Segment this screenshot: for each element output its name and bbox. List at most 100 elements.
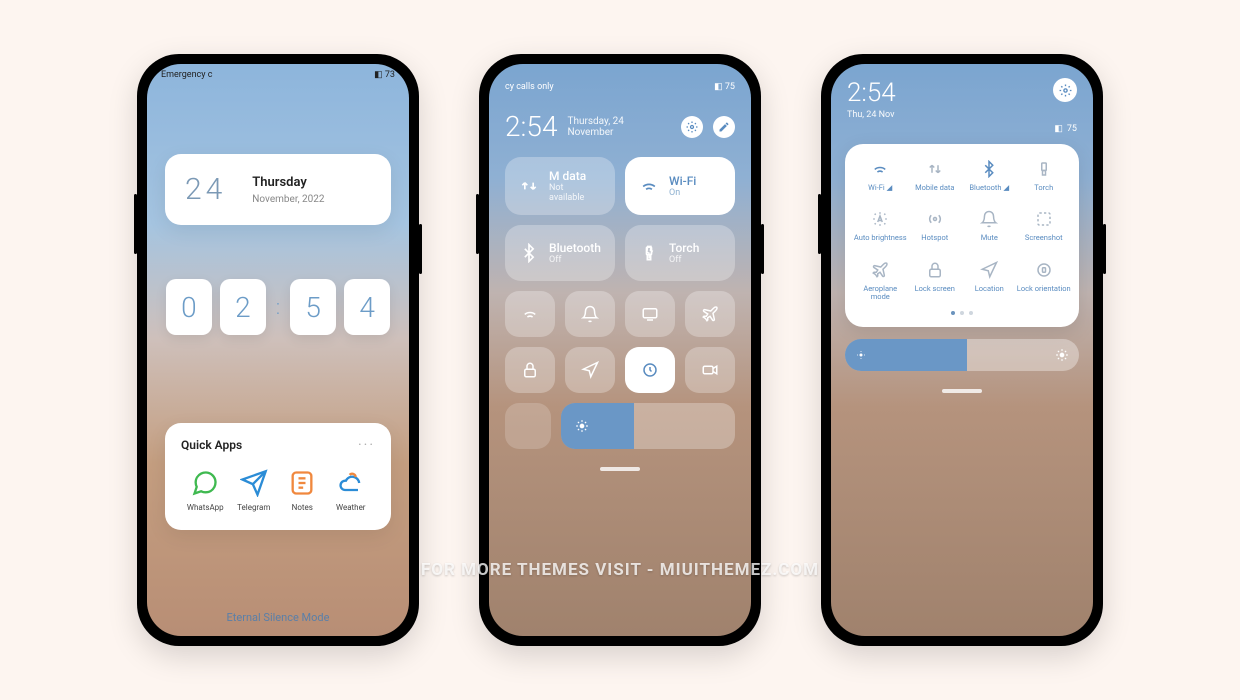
status-carrier: cy calls only — [505, 82, 554, 92]
toggle-bluetooth[interactable]: BluetoothOff — [505, 225, 615, 281]
qs-screenshot[interactable]: Screenshot — [1017, 210, 1072, 242]
status-carrier: Emergency c — [161, 70, 212, 80]
date-number: 24 — [185, 172, 226, 207]
watermark-text: For more themes visit - miuithemez.com — [0, 560, 1240, 580]
settings-icon[interactable] — [681, 116, 703, 138]
clock-digit: 2 — [220, 279, 266, 335]
drag-handle[interactable] — [942, 389, 982, 393]
qs-lock[interactable]: Lock screen — [908, 261, 963, 302]
more-icon[interactable]: ··· — [358, 437, 375, 453]
qs-label: Lock orientation — [1017, 285, 1071, 293]
screenshot-icon — [1035, 210, 1053, 228]
status-battery: ◧ 75 — [714, 82, 735, 92]
brightness-low-icon — [855, 349, 867, 361]
qs-label: Lock screen — [915, 285, 955, 293]
toggle-title: Bluetooth — [549, 241, 601, 255]
qs-label: Mobile data — [915, 184, 954, 192]
qs-label: Mute — [981, 234, 998, 242]
weather-icon — [337, 469, 365, 497]
phone-quick-settings: 2:54 Thu, 24 Nov ◧ 75 Wi-Fi ◢Mobile data… — [821, 54, 1103, 646]
qs-mute[interactable]: Mute — [962, 210, 1017, 242]
qs-rotation[interactable]: Lock orientation — [1017, 261, 1072, 302]
toggle-title: M data — [549, 169, 601, 183]
clock-widget: 0 2 : 5 4 — [165, 279, 391, 335]
telegram-icon — [240, 469, 268, 497]
airplane-icon — [871, 261, 889, 279]
edit-icon[interactable] — [713, 116, 735, 138]
qs-hotspot[interactable]: Hotspot — [908, 210, 963, 242]
qs-date: Thu, 24 Nov — [847, 110, 896, 120]
clock-digit: 5 — [290, 279, 336, 335]
app-label: Weather — [336, 503, 366, 512]
data-icon — [926, 160, 944, 178]
lock-icon — [521, 361, 539, 379]
qs-label: Auto brightness — [854, 234, 907, 242]
brightness-high-icon — [1055, 348, 1069, 362]
toggle-status: Off — [549, 255, 601, 265]
app-label: WhatsApp — [187, 503, 224, 512]
cast-icon — [641, 305, 659, 323]
app-telegram[interactable]: Telegram — [230, 469, 279, 512]
bluetooth-icon — [519, 243, 539, 263]
mute-icon — [980, 210, 998, 228]
settings-icon[interactable] — [1053, 78, 1077, 102]
auto-brightness-toggle[interactable] — [505, 403, 551, 449]
toggle-airplane[interactable] — [685, 291, 735, 337]
wifi-icon — [521, 305, 539, 323]
status-bar: cy calls only ◧ 75 — [489, 64, 751, 92]
video-icon — [701, 361, 719, 379]
date-weekday: Thursday — [252, 175, 371, 190]
app-notes[interactable]: Notes — [278, 469, 327, 512]
wi-fi-icon — [639, 176, 659, 196]
qs-location[interactable]: Location — [962, 261, 1017, 302]
qs-data[interactable]: Mobile data — [908, 160, 963, 192]
qs-wifi[interactable]: Wi-Fi ◢ — [853, 160, 908, 192]
clock-colon: : — [274, 295, 282, 319]
page-indicator[interactable] — [853, 311, 1071, 315]
location-icon — [581, 361, 599, 379]
qs-airplane[interactable]: Aeroplane mode — [853, 261, 908, 302]
brightness-slider[interactable] — [845, 339, 1079, 371]
qs-label: Bluetooth ◢ — [969, 184, 1009, 192]
status-bar: Emergency c ◧ 73 — [147, 64, 409, 80]
app-label: Telegram — [237, 503, 270, 512]
toggle-title: Torch — [669, 241, 699, 255]
toggle-wi-fi[interactable]: Wi-FiOn — [625, 157, 735, 215]
date-widget[interactable]: 24 Thursday November, 2022 — [165, 154, 391, 225]
toggle-lock[interactable] — [505, 347, 555, 393]
app-weather[interactable]: Weather — [327, 469, 376, 512]
status-battery: ◧ 75 — [831, 120, 1093, 134]
toggle-data[interactable]: M dataNot available — [505, 157, 615, 215]
toggle-rotation-lock[interactable] — [625, 347, 675, 393]
toggle-bell[interactable] — [565, 291, 615, 337]
toggle-title: Wi-Fi — [669, 174, 696, 188]
qs-label: Location — [975, 285, 1004, 293]
cc-time: 2:54 — [505, 110, 557, 143]
qs-label: Torch — [1034, 184, 1053, 192]
toggle-video[interactable] — [685, 347, 735, 393]
toggle-cast[interactable] — [625, 291, 675, 337]
qs-label: Wi-Fi ◢ — [868, 184, 892, 192]
qs-auto-bright[interactable]: Auto brightness — [853, 210, 908, 242]
toggle-location[interactable] — [565, 347, 615, 393]
qs-torch[interactable]: Torch — [1017, 160, 1072, 192]
clock-digit: 0 — [166, 279, 212, 335]
drag-handle[interactable] — [600, 467, 640, 471]
app-whatsapp[interactable]: WhatsApp — [181, 469, 230, 512]
bell-icon — [581, 305, 599, 323]
qs-label: Hotspot — [921, 234, 948, 242]
quick-apps-widget: Quick Apps ··· WhatsApp Telegram Notes Weat… — [165, 423, 391, 530]
airplane-icon — [701, 305, 719, 323]
toggle-torch[interactable]: TorchOff — [625, 225, 735, 281]
qs-bluetooth[interactable]: Bluetooth ◢ — [962, 160, 1017, 192]
quick-apps-title: Quick Apps — [181, 438, 242, 452]
data-icon — [519, 176, 539, 196]
wifi-icon — [871, 160, 889, 178]
phone-control-center: cy calls only ◧ 75 2:54 Thursday, 24 Nov… — [479, 54, 761, 646]
whatsapp-icon — [191, 469, 219, 497]
toggle-wifi[interactable] — [505, 291, 555, 337]
status-battery: ◧ 73 — [374, 70, 395, 80]
location-icon — [980, 261, 998, 279]
rotation-icon — [1035, 261, 1053, 279]
brightness-slider[interactable] — [561, 403, 735, 449]
